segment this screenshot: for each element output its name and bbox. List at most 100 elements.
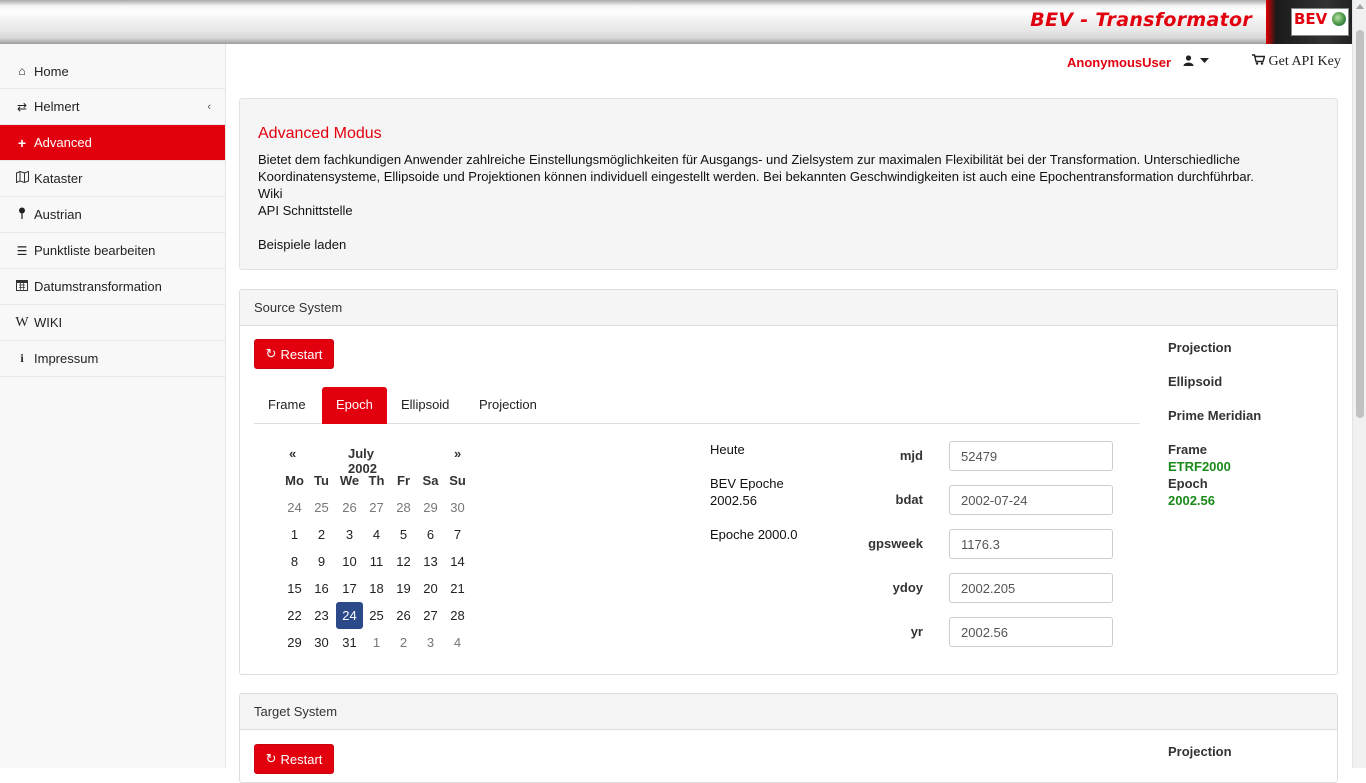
- bev-logo-badge: BEV: [1291, 8, 1349, 36]
- calendar-day[interactable]: 25: [363, 602, 390, 629]
- sidebar-item-home[interactable]: ⌂ Home: [0, 44, 225, 89]
- sidebar-item-advanced[interactable]: + Advanced: [0, 125, 225, 161]
- mjd-input[interactable]: [949, 441, 1113, 471]
- calendar-day[interactable]: 1: [363, 629, 390, 656]
- sidebar-item-austrian[interactable]: Austrian: [0, 197, 225, 233]
- calendar-day[interactable]: 30: [444, 494, 471, 521]
- yr-input[interactable]: [949, 617, 1113, 647]
- wiki-link[interactable]: Wiki: [258, 185, 1319, 202]
- globe-icon: [1332, 12, 1346, 26]
- calendar-day-selected[interactable]: 24: [336, 602, 363, 629]
- calendar-day[interactable]: 29: [281, 629, 308, 656]
- calendar-weekday: Su: [449, 473, 466, 488]
- calendar-day[interactable]: 3: [417, 629, 444, 656]
- calendar-day[interactable]: 4: [444, 629, 471, 656]
- ydoy-input[interactable]: [949, 573, 1113, 603]
- calendar-day[interactable]: 16: [308, 575, 335, 602]
- api-link[interactable]: API Schnittstelle: [258, 202, 1319, 219]
- calendar-day[interactable]: 11: [363, 548, 390, 575]
- calendar-day[interactable]: 7: [444, 521, 471, 548]
- restart-label: Restart: [280, 751, 323, 767]
- calendar-weekday: Tu: [314, 473, 329, 488]
- calendar-day[interactable]: 31: [336, 629, 363, 656]
- calendar-month-label[interactable]: July 2002: [348, 446, 377, 476]
- sidebar-item-impressum[interactable]: i Impressum: [0, 341, 225, 377]
- calendar-day[interactable]: 15: [281, 575, 308, 602]
- sidebar-item-punktliste[interactable]: ☰ Punktliste bearbeiten: [0, 233, 225, 269]
- epoch-2000-link[interactable]: Epoche 2000.0: [710, 526, 797, 543]
- get-api-key-link[interactable]: Get API Key: [1252, 54, 1341, 70]
- calendar-day[interactable]: 21: [444, 575, 471, 602]
- calendar-day[interactable]: 27: [363, 494, 390, 521]
- calendar-day[interactable]: 20: [417, 575, 444, 602]
- plus-icon: +: [17, 134, 27, 151]
- calendar-day[interactable]: 23: [308, 602, 335, 629]
- target-restart-button[interactable]: ↻ Restart: [254, 744, 334, 774]
- calendar-day[interactable]: 29: [417, 494, 444, 521]
- load-examples-link[interactable]: Beispiele laden: [258, 236, 1319, 253]
- sidebar-item-label: Helmert: [34, 99, 80, 114]
- sidebar-item-helmert[interactable]: ⇄ Helmert ‹: [0, 89, 225, 125]
- tab-epoch[interactable]: Epoch: [322, 387, 387, 424]
- tab-frame[interactable]: Frame: [254, 387, 320, 424]
- bev-epoch-line1: BEV Epoche: [710, 476, 784, 491]
- scroll-thumb[interactable]: [1356, 30, 1364, 418]
- calendar-day[interactable]: 25: [308, 494, 335, 521]
- calendar-day[interactable]: 22: [281, 602, 308, 629]
- today-link[interactable]: Heute: [710, 441, 745, 458]
- sidebar-nav: ⌂ Home ⇄ Helmert ‹ + Advanced Kataster A…: [0, 44, 226, 768]
- calendar-prev-button[interactable]: «: [289, 446, 296, 468]
- bev-epoch-link[interactable]: BEV Epoche 2002.56: [710, 475, 784, 509]
- calendar-day[interactable]: 26: [336, 494, 363, 521]
- calendar-day[interactable]: 12: [390, 548, 417, 575]
- summary-prime-meridian-label: Prime Meridian: [1168, 408, 1262, 423]
- calendar-day[interactable]: 3: [336, 521, 363, 548]
- calendar-day[interactable]: 19: [390, 575, 417, 602]
- calendar-day[interactable]: 2: [308, 521, 335, 548]
- calendar-day[interactable]: 9: [308, 548, 335, 575]
- summary-ellipsoid-label: Ellipsoid: [1168, 374, 1223, 389]
- bdat-input[interactable]: [949, 485, 1113, 515]
- bdat-label: bdat: [895, 492, 923, 507]
- wikipedia-icon: W: [15, 314, 29, 330]
- scroll-up-arrow-icon[interactable]: [1356, 4, 1364, 9]
- calendar-day[interactable]: 5: [390, 521, 417, 548]
- calendar-day[interactable]: 28: [444, 602, 471, 629]
- calendar-next-button[interactable]: »: [454, 446, 461, 468]
- calendar-day[interactable]: 17: [336, 575, 363, 602]
- chevron-left-icon[interactable]: ‹: [207, 101, 211, 113]
- calendar-day[interactable]: 14: [444, 548, 471, 575]
- calendar-day[interactable]: 10: [336, 548, 363, 575]
- calendar-day[interactable]: 13: [417, 548, 444, 575]
- tab-ellipsoid[interactable]: Ellipsoid: [387, 387, 463, 424]
- calendar-day[interactable]: 30: [308, 629, 335, 656]
- tab-projection[interactable]: Projection: [465, 387, 551, 424]
- calendar-day[interactable]: 8: [281, 548, 308, 575]
- sidebar-item-datumstransformation[interactable]: Datumstransformation: [0, 269, 225, 305]
- sidebar-item-kataster[interactable]: Kataster: [0, 161, 225, 197]
- source-restart-button[interactable]: ↻ Restart: [254, 339, 334, 369]
- target-system-heading: Target System: [240, 694, 1337, 730]
- calendar-day[interactable]: 27: [417, 602, 444, 629]
- gpsweek-input[interactable]: [949, 529, 1113, 559]
- calendar-day[interactable]: 4: [363, 521, 390, 548]
- user-dropdown[interactable]: [1183, 55, 1210, 69]
- calendar-day[interactable]: 1: [281, 521, 308, 548]
- calendar-day[interactable]: 2: [390, 629, 417, 656]
- exchange-icon: ⇄: [16, 99, 28, 114]
- page-title: Advanced Modus: [258, 125, 382, 142]
- sidebar-item-wiki[interactable]: W WIKI: [0, 305, 225, 341]
- info-icon: i: [20, 351, 24, 365]
- intro-panel: Advanced Modus Bietet dem fachkundigen A…: [239, 98, 1338, 270]
- calendar-icon: [14, 279, 30, 294]
- calendar-day[interactable]: 6: [417, 521, 444, 548]
- calendar-day[interactable]: 26: [390, 602, 417, 629]
- source-system-heading: Source System: [240, 290, 1337, 326]
- user-name[interactable]: AnonymousUser: [1067, 55, 1171, 70]
- calendar-day[interactable]: 24: [281, 494, 308, 521]
- page-scrollbar[interactable]: [1352, 0, 1366, 768]
- header-banner: BEV - Transformator BEV: [0, 0, 1352, 44]
- calendar-day[interactable]: 28: [390, 494, 417, 521]
- cart-icon: [1252, 54, 1266, 65]
- calendar-day[interactable]: 18: [363, 575, 390, 602]
